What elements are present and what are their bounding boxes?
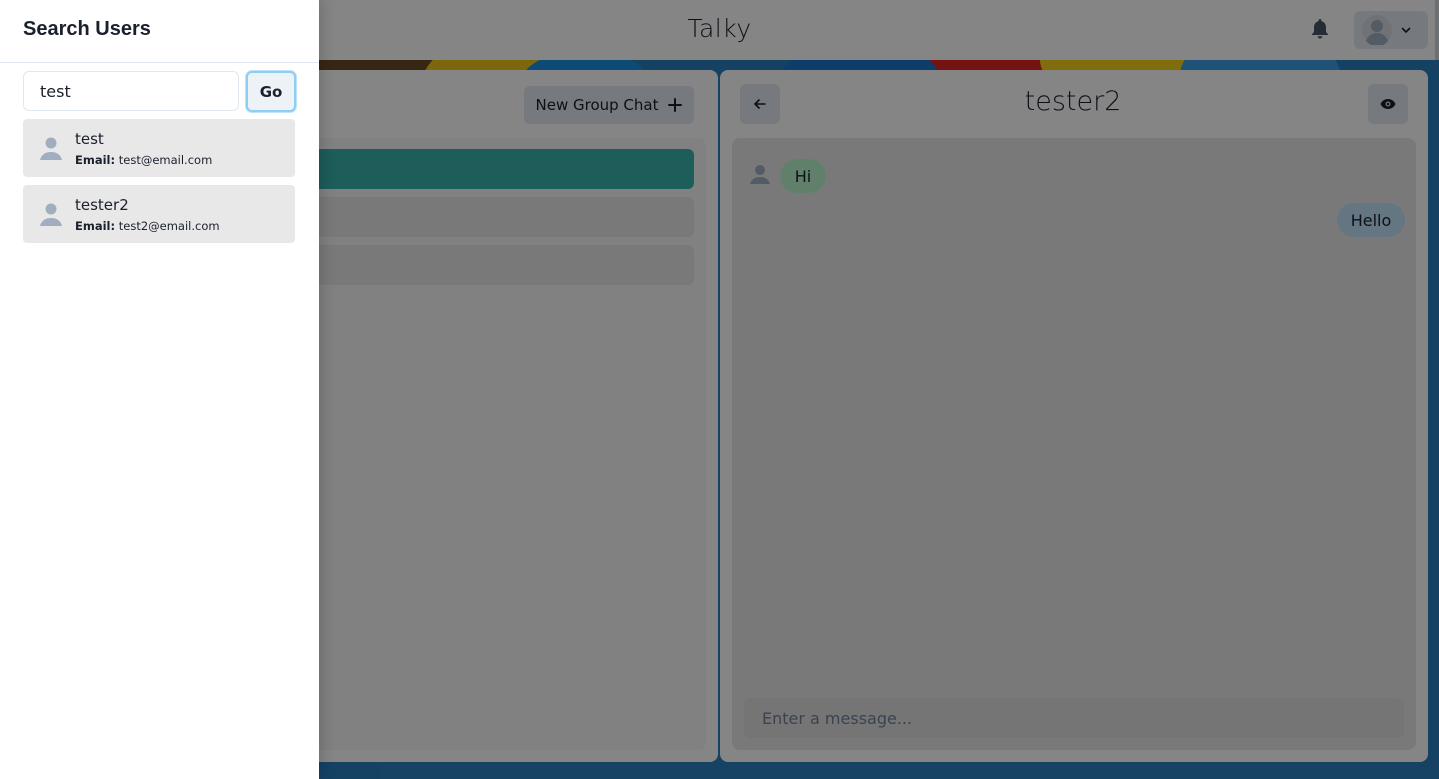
search-row: Go (23, 71, 296, 112)
result-email-label: Email: (75, 153, 116, 167)
result-name: tester2 (75, 196, 129, 214)
result-email-value: test@email.com (118, 153, 213, 167)
drawer-title: Search Users (0, 0, 319, 63)
search-result-item[interactable]: test Email: test@email.com (23, 119, 295, 177)
search-result-item[interactable]: tester2 Email: test2@email.com (23, 185, 295, 243)
go-button[interactable]: Go (246, 71, 296, 112)
result-email: Email: test@email.com (75, 153, 212, 167)
search-users-drawer: Search Users Go test Email: test@email.c… (0, 0, 319, 779)
search-input[interactable] (23, 71, 239, 111)
result-email-label: Email: (75, 219, 116, 233)
result-name: test (75, 130, 104, 148)
result-email: Email: test2@email.com (75, 219, 220, 233)
user-avatar-icon (40, 203, 62, 226)
result-email-value: test2@email.com (118, 219, 220, 233)
user-avatar-icon (40, 137, 62, 160)
